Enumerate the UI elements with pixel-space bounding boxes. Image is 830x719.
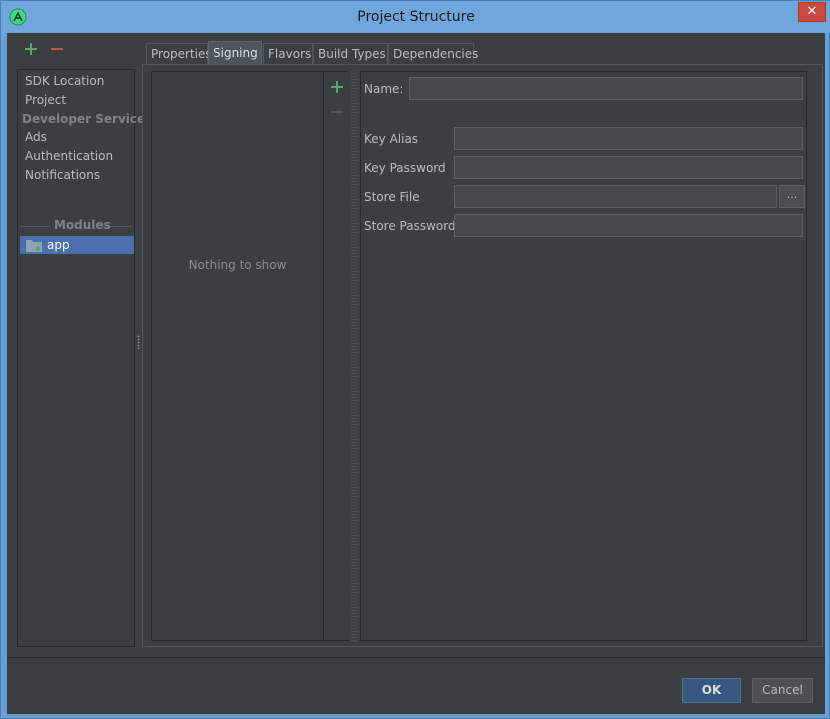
key-password-field[interactable] bbox=[454, 156, 803, 179]
close-icon: ✕ bbox=[806, 4, 818, 19]
dialog-body: SDK Location Project Developer Services … bbox=[7, 33, 825, 714]
divider-line bbox=[20, 226, 50, 227]
sidebar-item-sdk-location[interactable]: SDK Location bbox=[25, 72, 104, 91]
key-alias-field[interactable] bbox=[454, 127, 803, 150]
key-alias-label: Key Alias bbox=[364, 132, 419, 146]
store-password-label: Store Password bbox=[364, 219, 456, 233]
splitter-handle[interactable] bbox=[351, 71, 358, 641]
splitter-handle[interactable] bbox=[137, 335, 140, 349]
store-file-label: Store File bbox=[364, 190, 420, 204]
empty-list-message: Nothing to show bbox=[188, 258, 287, 272]
signing-tab-panel: Nothing to show Name: Key Alias Key Pass… bbox=[142, 64, 823, 647]
list-toolbar bbox=[324, 71, 349, 641]
store-password-field[interactable] bbox=[454, 214, 803, 237]
name-label: Name: bbox=[364, 82, 404, 96]
sidebar-item-app[interactable]: app bbox=[20, 236, 134, 254]
name-field[interactable] bbox=[409, 77, 803, 100]
tab-properties[interactable]: Properties bbox=[146, 43, 212, 64]
key-password-label: Key Password bbox=[364, 161, 446, 175]
project-structure-window: Project Structure ✕ SDK Location Project… bbox=[0, 0, 830, 719]
ok-button[interactable]: OK bbox=[682, 678, 741, 703]
sidebar-item-notifications[interactable]: Notifications bbox=[25, 166, 100, 185]
module-folder-icon bbox=[26, 240, 42, 252]
sidebar-item-project[interactable]: Project bbox=[25, 91, 66, 110]
sidebar-item-authentication[interactable]: Authentication bbox=[25, 147, 113, 166]
plus-icon[interactable] bbox=[23, 41, 39, 57]
tab-signing[interactable]: Signing bbox=[208, 41, 262, 64]
minus-icon[interactable] bbox=[49, 41, 65, 57]
cancel-button[interactable]: Cancel bbox=[752, 678, 813, 703]
signing-config-form: Name: Key Alias Key Password Store File … bbox=[360, 71, 807, 641]
browse-button[interactable]: ... bbox=[779, 185, 805, 208]
store-file-field[interactable] bbox=[454, 185, 777, 208]
add-config-icon[interactable] bbox=[330, 80, 344, 94]
tab-build-types[interactable]: Build Types bbox=[313, 43, 388, 64]
tab-dependencies[interactable]: Dependencies bbox=[388, 43, 478, 64]
sidebar-section-developer-services: Developer Services bbox=[22, 112, 153, 126]
sidebar-item-ads[interactable]: Ads bbox=[25, 128, 47, 147]
sidebar-item-label: app bbox=[47, 238, 70, 252]
sidebar-section-modules: Modules bbox=[54, 218, 111, 232]
signing-config-list[interactable]: Nothing to show bbox=[151, 71, 324, 641]
title-bar[interactable]: Project Structure ✕ bbox=[1, 1, 830, 33]
tab-flavors[interactable]: Flavors bbox=[263, 43, 313, 64]
close-button[interactable]: ✕ bbox=[798, 2, 826, 22]
sidebar: SDK Location Project Developer Services … bbox=[17, 69, 152, 647]
window-title: Project Structure bbox=[357, 9, 475, 25]
footer-divider bbox=[7, 657, 825, 658]
remove-config-icon[interactable] bbox=[331, 111, 343, 113]
